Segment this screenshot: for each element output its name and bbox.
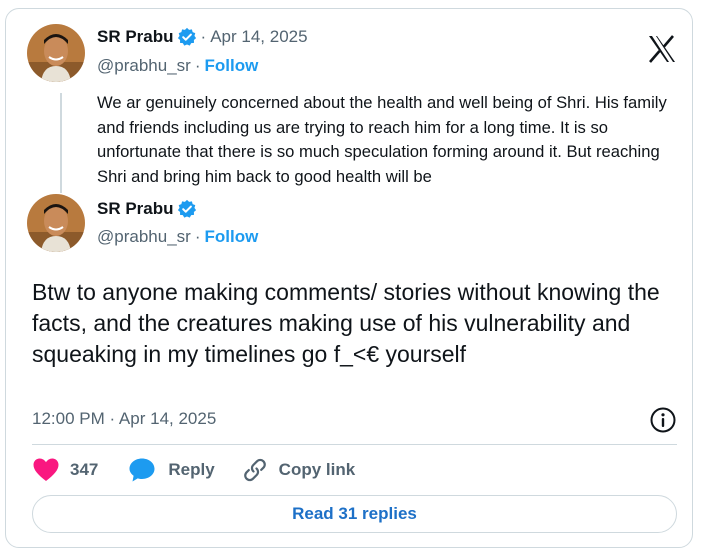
main-handle-row: @prabhu_sr · Follow xyxy=(97,227,258,247)
quoted-handle[interactable]: @prabhu_sr xyxy=(97,56,191,76)
verified-badge-icon xyxy=(177,199,197,219)
like-count: 347 xyxy=(70,460,99,479)
quoted-author-name[interactable]: SR Prabu xyxy=(97,27,174,47)
tweet-timestamp[interactable]: 12:00 PM · Apr 14, 2025 xyxy=(32,409,216,429)
quoted-date[interactable]: Apr 14, 2025 xyxy=(210,27,307,47)
quoted-handle-row: @prabhu_sr · Follow xyxy=(97,56,258,76)
read-replies-button[interactable]: Read 31 replies xyxy=(32,495,677,533)
separator-dot: · xyxy=(200,27,207,46)
separator-dot: · xyxy=(194,227,201,246)
reply-bubble-icon xyxy=(128,457,156,483)
reply-label: Reply xyxy=(168,460,215,479)
divider xyxy=(32,444,677,445)
quoted-follow-button[interactable]: Follow xyxy=(204,56,258,76)
copy-link-label: Copy link xyxy=(278,460,356,479)
main-header: SR Prabu xyxy=(97,199,197,219)
reply-button[interactable]: Reply xyxy=(128,457,215,483)
quoted-avatar[interactable] xyxy=(27,24,85,82)
info-icon[interactable] xyxy=(649,406,677,434)
x-logo-icon[interactable] xyxy=(647,35,677,63)
like-button[interactable]: 347 xyxy=(32,457,98,483)
quoted-header: SR Prabu · Apr 14, 2025 xyxy=(97,27,308,47)
thread-connector-line xyxy=(60,93,62,193)
main-follow-button[interactable]: Follow xyxy=(204,227,258,247)
main-handle[interactable]: @prabhu_sr xyxy=(97,227,191,247)
tweet-embed-card: SR Prabu · Apr 14, 2025 @prabhu_sr · Fol… xyxy=(5,8,693,548)
verified-badge-icon xyxy=(177,27,197,47)
copy-link-button[interactable]: Copy link xyxy=(241,456,356,484)
heart-icon xyxy=(32,457,60,483)
main-author-name[interactable]: SR Prabu xyxy=(97,199,174,219)
quoted-tweet-text: We ar genuinely concerned about the heal… xyxy=(97,93,667,186)
main-tweet-text: Btw to anyone making comments/ stories w… xyxy=(32,279,660,367)
separator-dot: · xyxy=(194,56,201,75)
link-icon xyxy=(241,456,269,484)
main-avatar[interactable] xyxy=(27,194,85,252)
action-bar: 347 Reply Copy link xyxy=(32,456,355,484)
